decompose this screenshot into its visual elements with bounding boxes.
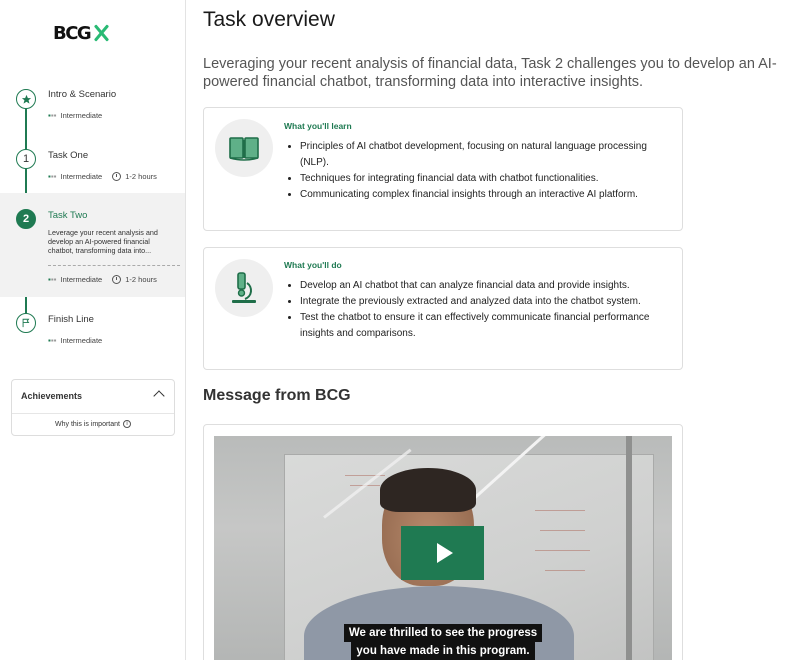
level-dots-icon: ▪▪▪ (48, 275, 57, 284)
sidebar: BCG Intro & Scenario ▪▪▪ Intermediate 1 … (0, 0, 186, 660)
chevron-up-icon[interactable] (153, 390, 165, 402)
video-player[interactable]: We are thrilled to see the progress you … (214, 436, 672, 660)
page-title: Task overview (203, 8, 335, 31)
achievements-title: Achievements (21, 391, 83, 401)
step-intro-scenario[interactable]: Intro & Scenario ▪▪▪ Intermediate (0, 80, 185, 132)
caption-text: We are thrilled to see the progress (343, 624, 543, 642)
list-item: Develop an AI chatbot that can analyze f… (300, 278, 669, 294)
step-meta: ▪▪▪ Intermediate (48, 336, 102, 345)
do-heading: What you'll do (284, 260, 342, 270)
step-meta: ▪▪▪ Intermediate (48, 111, 102, 120)
logo-x-mark (93, 25, 109, 41)
achievements-panel: Achievements Why this is important i (11, 379, 175, 436)
task-intro: Leveraging your recent analysis of finan… (203, 56, 777, 90)
description-divider (48, 265, 180, 266)
do-card: What you'll do Develop an AI chatbot tha… (203, 247, 683, 370)
step-level: Intermediate (60, 172, 103, 181)
step-title: Intro & Scenario (48, 89, 117, 100)
why-important-text: Why this is important (55, 420, 120, 428)
video-card: We are thrilled to see the progress you … (203, 424, 683, 660)
book-icon (215, 119, 273, 177)
level-dots-icon: ▪▪▪ (48, 172, 57, 181)
step-meta: ▪▪▪ Intermediate 1-2 hours (48, 172, 157, 181)
step-title: Task Two (48, 210, 88, 221)
why-important-link[interactable]: Why this is important i (12, 420, 174, 428)
step-duration: 1-2 hours (125, 172, 157, 181)
step-level: Intermediate (60, 111, 103, 120)
clock-icon (112, 275, 122, 284)
list-item: Test the chatbot to ensure it can effect… (300, 310, 669, 342)
step-number-1: 1 (16, 149, 36, 169)
learn-list: Principles of AI chatbot development, fo… (284, 139, 669, 203)
video-caption-line2: you have made in this program. (214, 641, 672, 660)
step-finish-line[interactable]: Finish Line ▪▪▪ Intermediate (0, 305, 185, 357)
star-icon (16, 89, 36, 109)
play-icon (436, 543, 453, 563)
list-item: Principles of AI chatbot development, fo… (300, 139, 669, 171)
learn-card: What you'll learn Principles of AI chatb… (203, 107, 683, 231)
learn-heading: What you'll learn (284, 121, 352, 131)
step-task-one[interactable]: 1 Task One ▪▪▪ Intermediate 1-2 hours (0, 140, 185, 192)
list-item: Integrate the previously extracted and a… (300, 294, 669, 310)
step-meta: ▪▪▪ Intermediate 1-2 hours (48, 275, 157, 284)
info-icon: i (122, 420, 131, 428)
bcg-x-logo[interactable]: BCG (53, 22, 109, 44)
do-list: Develop an AI chatbot that can analyze f… (284, 278, 669, 342)
list-item: Techniques for integrating financial dat… (300, 171, 669, 187)
play-button[interactable] (401, 526, 484, 580)
step-title: Task One (48, 150, 89, 161)
message-title: Message from BCG (203, 387, 351, 404)
logo-text: BCG (53, 22, 92, 44)
step-description: Leverage your recent analysis and develo… (48, 228, 158, 255)
microscope-icon (215, 259, 273, 317)
flag-icon (16, 313, 36, 333)
main-content: Task overview Leveraging your recent ana… (187, 0, 809, 660)
step-title: Finish Line (48, 314, 94, 325)
step-task-two[interactable]: 2 Task Two Leverage your recent analysis… (0, 193, 185, 297)
list-item: Communicating complex financial insights… (300, 187, 669, 203)
step-level: Intermediate (60, 336, 103, 345)
divider (12, 413, 174, 414)
caption-text: you have made in this program. (351, 642, 535, 660)
presenter-hair (380, 468, 476, 512)
step-duration: 1-2 hours (125, 275, 157, 284)
video-caption-line1: We are thrilled to see the progress (214, 623, 672, 642)
level-dots-icon: ▪▪▪ (48, 111, 57, 120)
step-level: Intermediate (60, 275, 103, 284)
level-dots-icon: ▪▪▪ (48, 336, 57, 345)
step-number-2: 2 (16, 209, 36, 229)
clock-icon (112, 172, 122, 181)
